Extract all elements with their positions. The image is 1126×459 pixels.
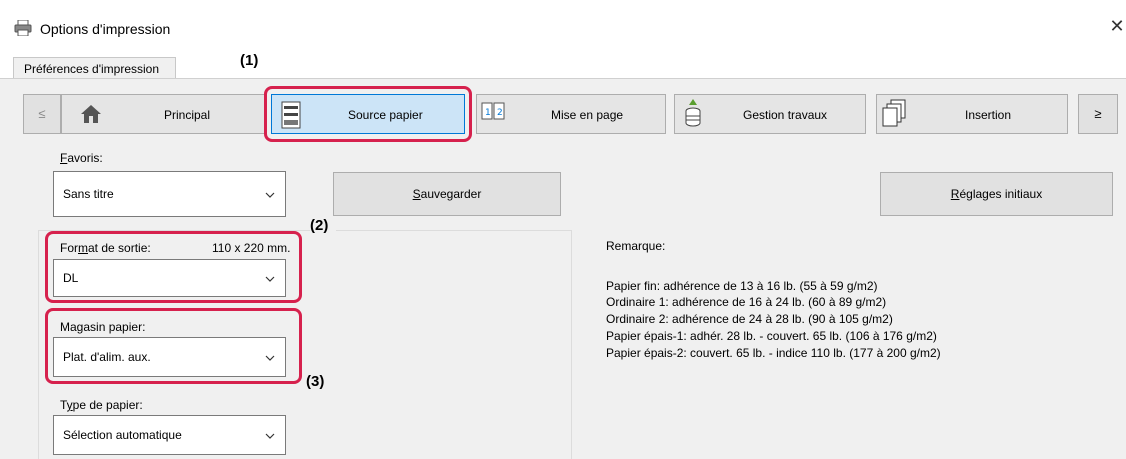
chevron-down-icon	[265, 350, 275, 364]
toolbar-insertion-button[interactable]: Insertion	[876, 94, 1068, 134]
toolbar-label: Mise en page	[551, 108, 624, 122]
paper-type-value: Sélection automatique	[63, 428, 182, 442]
remark-line: Papier épais-2: couvert. 65 lb. - indice…	[606, 346, 941, 360]
toolbar-label: Insertion	[965, 108, 1012, 122]
remark-line: Papier épais-1: adhér. 28 lb. - couvert.…	[606, 329, 937, 343]
toolbar-label: Principal	[164, 108, 211, 122]
close-icon[interactable]: ✕	[1108, 16, 1126, 36]
output-size-select[interactable]: DL	[53, 259, 286, 297]
job-stack-icon	[683, 99, 703, 132]
group-divider	[336, 230, 571, 231]
printer-icon	[14, 19, 32, 39]
chevron-down-icon	[265, 271, 275, 285]
toolbar-next-button[interactable]: ≥	[1078, 94, 1118, 134]
paper-tray-label: Magasin papier:	[60, 320, 146, 334]
toolbar-gestion-travaux-button[interactable]: Gestion travaux	[674, 94, 866, 134]
svg-text:2: 2	[497, 108, 503, 118]
callout-1: (1)	[240, 52, 259, 69]
save-button[interactable]: Sauvegarder	[333, 172, 561, 216]
paper-tray-select[interactable]: Plat. d'alim. aux.	[53, 337, 286, 377]
tab-preferences[interactable]: Préférences d'impression	[13, 57, 176, 79]
remark-line: Ordinaire 2: adhérence de 24 à 28 lb. (9…	[606, 312, 893, 326]
favorites-label: Favoris:	[60, 151, 103, 165]
remark-title: Remarque:	[606, 239, 666, 253]
svg-text:1: 1	[485, 108, 491, 118]
toolbar-principal-button[interactable]: Principal	[61, 94, 265, 134]
callout-3: (3)	[306, 373, 325, 390]
favorites-value: Sans titre	[63, 187, 114, 201]
paper-type-label: Type de papier:	[60, 398, 143, 412]
chevron-down-icon	[265, 428, 275, 442]
paper-tray-value: Plat. d'alim. aux.	[63, 350, 151, 364]
group-border-mid	[571, 230, 572, 459]
remark-line: Ordinaire 1: adhérence de 16 à 24 lb. (6…	[606, 295, 887, 309]
output-size-label: Format de sortie:	[60, 241, 151, 255]
paper-type-select[interactable]: Sélection automatique	[53, 415, 286, 455]
highlight-source-papier	[264, 86, 472, 142]
favorites-select[interactable]: Sans titre	[53, 171, 286, 217]
toolbar-label: Gestion travaux	[743, 108, 828, 122]
reset-defaults-button[interactable]: Réglages initiaux	[880, 172, 1113, 216]
title-bar: Options d'impression ✕	[0, 0, 1126, 40]
home-icon	[80, 104, 102, 127]
output-size-dimension: 110 x 220 mm.	[212, 241, 291, 255]
callout-2: (2)	[310, 217, 329, 234]
window-title: Options d'impression	[40, 21, 171, 37]
remark-list: Papier fin: adhérence de 13 à 16 lb. (55…	[606, 279, 941, 363]
chevron-down-icon	[265, 187, 275, 201]
insert-pages-icon	[881, 99, 907, 132]
page-layout-icon: 1 2	[481, 101, 505, 124]
toolbar-mise-en-page-button[interactable]: 1 2 Mise en page	[476, 94, 666, 134]
remark-line: Papier fin: adhérence de 13 à 16 lb. (55…	[606, 279, 878, 293]
group-border-left	[38, 230, 39, 459]
output-size-value: DL	[63, 271, 79, 285]
toolbar-prev-button[interactable]: ≤	[23, 94, 61, 134]
